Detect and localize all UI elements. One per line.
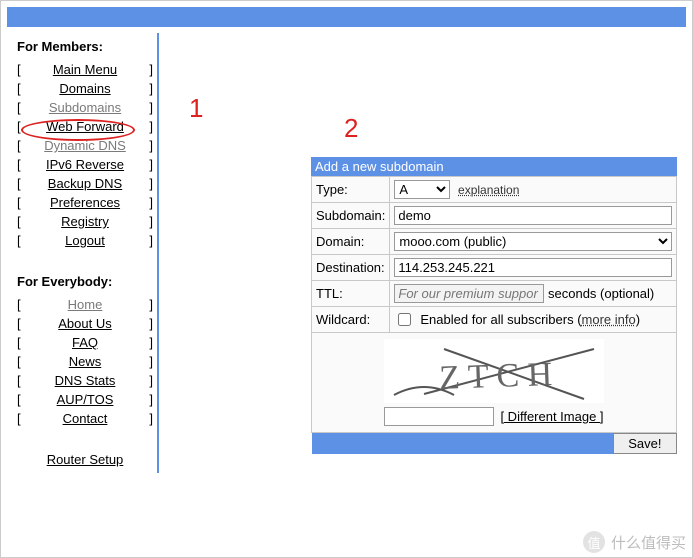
subdomain-label: Subdomain: xyxy=(312,203,390,229)
top-bar xyxy=(7,7,686,29)
link-subdomains[interactable]: Subdomains xyxy=(25,100,146,115)
domain-select[interactable]: mooo.com (public) xyxy=(394,232,672,251)
wildcard-checkbox[interactable] xyxy=(398,313,411,326)
different-image-link[interactable]: [ Different Image ] xyxy=(500,409,603,424)
sidebar-item-faq[interactable]: [FAQ] xyxy=(17,333,153,352)
link-preferences[interactable]: Preferences xyxy=(25,195,146,210)
sidebar-item-registry[interactable]: [Registry] xyxy=(17,212,153,231)
wildcard-text: Enabled for all subscribers (more info) xyxy=(420,312,640,327)
save-button[interactable]: Save! xyxy=(613,433,676,454)
subdomain-input[interactable] xyxy=(394,206,672,225)
link-ipv6-reverse[interactable]: IPv6 Reverse xyxy=(25,157,146,172)
link-news[interactable]: News xyxy=(25,354,146,369)
form-table: Type: A explanation Subdomain: Do xyxy=(311,176,677,454)
link-faq[interactable]: FAQ xyxy=(25,335,146,350)
ttl-label: TTL: xyxy=(312,281,390,307)
everybody-heading: For Everybody: xyxy=(11,268,153,295)
sidebar-item-backup-dns[interactable]: [Backup DNS] xyxy=(17,174,153,193)
link-logout[interactable]: Logout xyxy=(25,233,146,248)
link-backup-dns[interactable]: Backup DNS xyxy=(25,176,146,191)
link-web-forward[interactable]: Web Forward xyxy=(25,119,146,134)
main-area: 1 2 Add a new subdomain Type: A explanat… xyxy=(159,33,692,473)
sidebar-item-about-us[interactable]: [About Us] xyxy=(17,314,153,333)
annotation-2: 2 xyxy=(344,113,358,144)
captcha-image: Z T C H xyxy=(384,339,604,403)
watermark-text: 什么值得买 xyxy=(611,532,686,553)
link-dynamic-dns[interactable]: Dynamic DNS xyxy=(25,138,146,153)
sidebar-item-preferences[interactable]: [Preferences] xyxy=(17,193,153,212)
sidebar-item-ipv6-reverse[interactable]: [IPv6 Reverse] xyxy=(17,155,153,174)
sidebar-item-aup-tos[interactable]: [AUP/TOS] xyxy=(17,390,153,409)
watermark-logo-icon: 值 xyxy=(583,531,605,553)
link-domains[interactable]: Domains xyxy=(25,81,146,96)
type-label: Type: xyxy=(312,177,390,203)
sidebar-item-home[interactable]: [Home] xyxy=(17,295,153,314)
ttl-input xyxy=(394,284,544,303)
destination-label: Destination: xyxy=(312,255,390,281)
members-menu: [Main Menu] [Domains] [Subdomains] [Web … xyxy=(11,60,153,250)
sidebar-item-web-forward[interactable]: [Web Forward] xyxy=(17,117,153,136)
members-heading: For Members: xyxy=(11,33,153,60)
more-info-link[interactable]: more info xyxy=(582,312,636,327)
sidebar-item-dynamic-dns[interactable]: [Dynamic DNS] xyxy=(17,136,153,155)
destination-input[interactable] xyxy=(394,258,672,277)
wildcard-label: Wildcard: xyxy=(312,307,390,333)
link-registry[interactable]: Registry xyxy=(25,214,146,229)
sidebar-item-logout[interactable]: [Logout] xyxy=(17,231,153,250)
sidebar-item-dns-stats[interactable]: [DNS Stats] xyxy=(17,371,153,390)
add-subdomain-panel: Add a new subdomain Type: A explanation … xyxy=(311,157,677,454)
sidebar: For Members: [Main Menu] [Domains] [Subd… xyxy=(11,33,159,473)
link-about-us[interactable]: About Us xyxy=(25,316,146,331)
link-dns-stats[interactable]: DNS Stats xyxy=(25,373,146,388)
domain-label: Domain: xyxy=(312,229,390,255)
captcha-text: Z T C H xyxy=(439,356,553,397)
captcha-cell: Z T C H [ Different Image ] xyxy=(312,333,677,433)
sidebar-item-subdomains[interactable]: [Subdomains] xyxy=(17,98,153,117)
sidebar-item-domains[interactable]: [Domains] xyxy=(17,79,153,98)
link-aup-tos[interactable]: AUP/TOS xyxy=(25,392,146,407)
annotation-1: 1 xyxy=(189,93,203,124)
sidebar-item-news[interactable]: [News] xyxy=(17,352,153,371)
captcha-input[interactable] xyxy=(384,407,494,426)
page-root: For Members: [Main Menu] [Domains] [Subd… xyxy=(0,0,693,558)
link-home[interactable]: Home xyxy=(25,297,146,312)
link-main-menu[interactable]: Main Menu xyxy=(25,62,146,77)
watermark: 值 什么值得买 xyxy=(583,531,686,553)
body-row: For Members: [Main Menu] [Domains] [Subd… xyxy=(1,33,692,473)
panel-title: Add a new subdomain xyxy=(311,157,677,176)
captcha-svg-icon: Z T C H xyxy=(384,339,604,403)
sidebar-item-contact[interactable]: [Contact] xyxy=(17,409,153,428)
sidebar-item-main-menu[interactable]: [Main Menu] xyxy=(17,60,153,79)
explanation-link[interactable]: explanation xyxy=(458,183,519,197)
everybody-menu: [Home] [About Us] [FAQ] [News] [DNS Stat… xyxy=(11,295,153,428)
router-setup-link[interactable]: Router Setup xyxy=(11,446,153,473)
link-contact[interactable]: Contact xyxy=(25,411,146,426)
ttl-suffix: seconds (optional) xyxy=(548,286,654,301)
type-select[interactable]: A xyxy=(394,180,450,199)
